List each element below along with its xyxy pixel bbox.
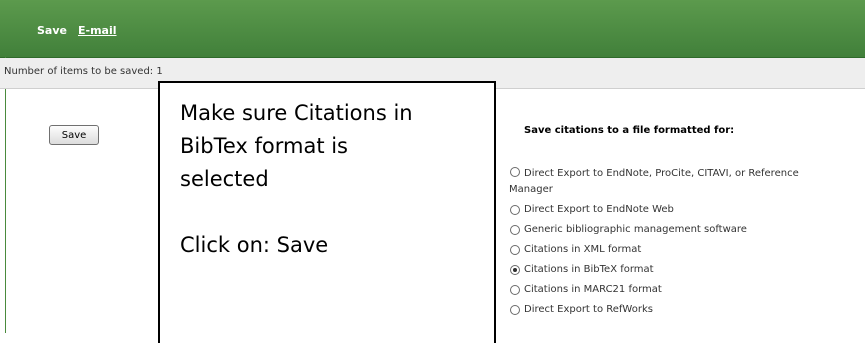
callout-spacer xyxy=(180,196,494,229)
option-label: Direct Export to EndNote, ProCite, CITAV… xyxy=(524,168,799,179)
option-bibtex[interactable]: Citations in BibTeX format xyxy=(509,260,865,280)
radio-marc21[interactable] xyxy=(510,285,520,295)
option-endnote-procite[interactable]: Direct Export to EndNote, ProCite, CITAV… xyxy=(509,164,865,200)
option-refworks[interactable]: Direct Export to RefWorks xyxy=(509,300,865,320)
format-options-list: Direct Export to EndNote, ProCite, CITAV… xyxy=(509,164,865,320)
radio-xml[interactable] xyxy=(510,245,520,255)
callout-line-1: Make sure Citations in xyxy=(180,101,413,125)
format-heading: Save citations to a file formatted for: xyxy=(524,125,735,136)
option-generic-software[interactable]: Generic bibliographic management softwar… xyxy=(509,220,865,240)
radio-endnote-web[interactable] xyxy=(510,205,520,215)
option-endnote-web[interactable]: Direct Export to EndNote Web xyxy=(509,200,865,220)
items-count-text: Number of items to be saved: 1 xyxy=(4,66,163,77)
top-toolbar: Save E-mail xyxy=(0,0,865,58)
radio-generic-software[interactable] xyxy=(510,225,520,235)
callout-line-4: Click on: Save xyxy=(180,233,329,257)
instruction-callout: Make sure Citations in BibTex format is … xyxy=(158,81,496,343)
toolbar-email-link[interactable]: E-mail xyxy=(78,24,117,37)
option-label: Direct Export to RefWorks xyxy=(524,304,653,315)
option-label: Citations in XML format xyxy=(524,244,642,255)
save-button[interactable]: Save xyxy=(49,125,99,145)
option-label: Generic bibliographic management softwar… xyxy=(524,224,747,235)
callout-line-2: BibTex format is xyxy=(180,134,348,158)
callout-line-3: selected xyxy=(180,167,269,191)
option-marc21[interactable]: Citations in MARC21 format xyxy=(509,280,865,300)
radio-refworks[interactable] xyxy=(510,305,520,315)
option-label-continued: Manager xyxy=(509,184,553,195)
radio-bibtex[interactable] xyxy=(510,265,520,275)
option-label: Citations in MARC21 format xyxy=(524,284,662,295)
option-xml[interactable]: Citations in XML format xyxy=(509,240,865,260)
radio-endnote-procite[interactable] xyxy=(510,167,520,177)
left-border-divider xyxy=(5,57,6,333)
option-label: Direct Export to EndNote Web xyxy=(524,204,674,215)
toolbar-save-link[interactable]: Save xyxy=(37,24,67,37)
option-label: Citations in BibTeX format xyxy=(524,264,654,275)
